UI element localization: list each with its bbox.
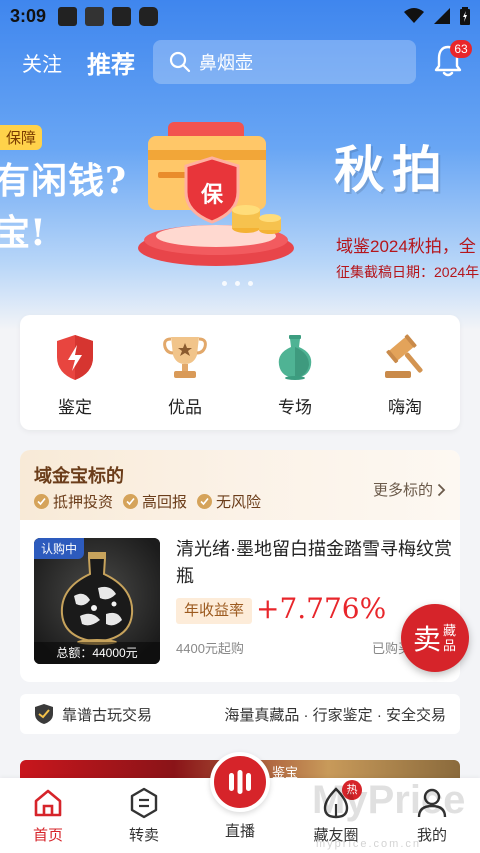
gavel-icon (385, 334, 423, 378)
banner-autumn-title: 秋拍 (334, 140, 450, 199)
category-label: 鉴定 (58, 398, 92, 417)
trust-strip: 靠谱古玩交易 海量真藏品 · 行家鉴定 · 安全交易 (20, 694, 460, 734)
banner-headline: 域鉴2024秋拍，全 (336, 237, 476, 256)
top-header: 关注 推荐 鼻烟壶 63 (0, 38, 480, 86)
feature-tag: 高回报 (123, 491, 187, 512)
yield-label: 年收益率 (176, 598, 253, 624)
home-icon (34, 789, 62, 817)
nav-label: 我的 (416, 827, 447, 844)
status-bar: 3:09 (0, 0, 480, 32)
profile-icon (417, 788, 447, 818)
check-icon (197, 494, 213, 509)
shield-text: 保 (200, 183, 224, 208)
product-image[interactable]: 认购中 总额：44000元 (34, 538, 160, 664)
feature-tag-label: 无风险 (216, 494, 262, 511)
notification-badge: 63 (450, 40, 472, 58)
wifi-icon (404, 8, 424, 23)
category-label: 嗨淘 (388, 398, 422, 417)
product-total-amount: 总额：44000元 (34, 642, 160, 664)
minimum-purchase: 4400元起购 (176, 641, 244, 656)
promo-banner[interactable]: 保障 有闲钱? 宝! 保 秋拍 域鉴2024秋拍，全 征集截稿日期：2024年 (0, 100, 480, 300)
sell-collectible-button[interactable]: 卖 藏品 (401, 604, 469, 672)
gold-section-header: 域金宝标的 抵押投资 高回报 无风险 更多标的 (20, 450, 460, 520)
status-time: 3:09 (10, 5, 47, 26)
notification-app-icon (112, 6, 132, 26)
hot-badge: 热 (342, 780, 362, 800)
battery-icon (460, 7, 470, 25)
tab-recommend[interactable]: 推荐 (87, 45, 135, 80)
banner-deadline: 征集截稿日期：2024年 (336, 264, 480, 280)
bottom-navigation: 首页 转卖 直播 藏友圈 热 我的 (0, 752, 480, 853)
gold-section-title: 域金宝标的 (34, 466, 124, 486)
banner-tag: 保障 (0, 125, 43, 150)
tab-follow[interactable]: 关注 (22, 48, 62, 77)
nav-label: 转卖 (128, 827, 159, 844)
banner-slogan: 有闲钱? (0, 160, 128, 202)
sell-button-sublabel: 藏品 (443, 623, 457, 653)
subscription-status-badge: 认购中 (34, 538, 85, 559)
shield-bolt-icon (57, 335, 93, 380)
status-notification-icons (58, 6, 159, 26)
check-icon (34, 494, 49, 509)
banner-slogan: 宝! (0, 212, 46, 254)
resell-icon (130, 787, 158, 819)
category-label: 专场 (278, 398, 312, 417)
sell-button-label: 卖 (412, 623, 441, 656)
live-bars-icon (229, 770, 251, 794)
notification-app-icon (58, 6, 78, 26)
nav-label[interactable]: 直播 (200, 820, 280, 841)
gold-investment-section: 域金宝标的 抵押投资 高回报 无风险 更多标的 认购中 总额：44000元 清光… (20, 450, 460, 682)
more-items-link[interactable]: 更多标的 (373, 479, 446, 500)
trust-features: 海量真藏品 · 行家鉴定 · 安全交易 (224, 706, 446, 724)
feature-tag-label: 高回报 (142, 494, 188, 511)
carousel-dot (222, 281, 227, 286)
carousel-indicator (222, 281, 253, 286)
notification-app-icon (85, 6, 105, 26)
chevron-right-icon (437, 483, 446, 496)
shield-check-icon (35, 704, 53, 724)
gold-feature-tags: 抵押投资 高回报 无风险 (34, 491, 261, 512)
search-input[interactable]: 鼻烟壶 (153, 40, 416, 84)
yield-value: +7.776% (256, 592, 387, 625)
category-premium[interactable]: 优品 (140, 331, 230, 418)
trust-headline: 靠谱古玩交易 (62, 706, 153, 724)
category-appraisal[interactable]: 鉴定 (30, 331, 120, 418)
vase-icon (278, 335, 312, 380)
insurance-shield-illustration: 保 (138, 122, 294, 266)
carousel-dot (235, 281, 240, 286)
carousel-dot (248, 281, 253, 286)
feature-tag: 抵押投资 (34, 491, 113, 512)
notification-app-icon (139, 6, 159, 26)
feature-tag-label: 抵押投资 (53, 494, 114, 511)
category-label: 优品 (168, 398, 202, 417)
product-title[interactable]: 清光绪·墨地留白描金踏雪寻梅纹赏瓶 (176, 536, 452, 590)
signal-icon (434, 8, 450, 24)
nav-collector-circle[interactable]: 藏友圈 (296, 786, 376, 845)
category-grid: 鉴定 优品 专场 嗨淘 (20, 315, 460, 430)
trophy-icon (163, 337, 207, 378)
search-placeholder: 鼻烟壶 (199, 53, 253, 73)
more-items-label: 更多标的 (372, 482, 433, 499)
check-icon (123, 494, 139, 509)
search-icon (169, 51, 191, 73)
nav-label: 藏友圈 (313, 827, 359, 844)
nav-label: 首页 (32, 827, 63, 844)
category-hitao[interactable]: 嗨淘 (360, 331, 450, 418)
live-stream-button[interactable] (210, 752, 270, 812)
nav-home[interactable]: 首页 (8, 786, 88, 845)
nav-profile[interactable]: 我的 (392, 786, 472, 845)
nav-resell[interactable]: 转卖 (104, 786, 184, 845)
feature-tag: 无风险 (197, 491, 261, 512)
category-special[interactable]: 专场 (250, 331, 340, 418)
